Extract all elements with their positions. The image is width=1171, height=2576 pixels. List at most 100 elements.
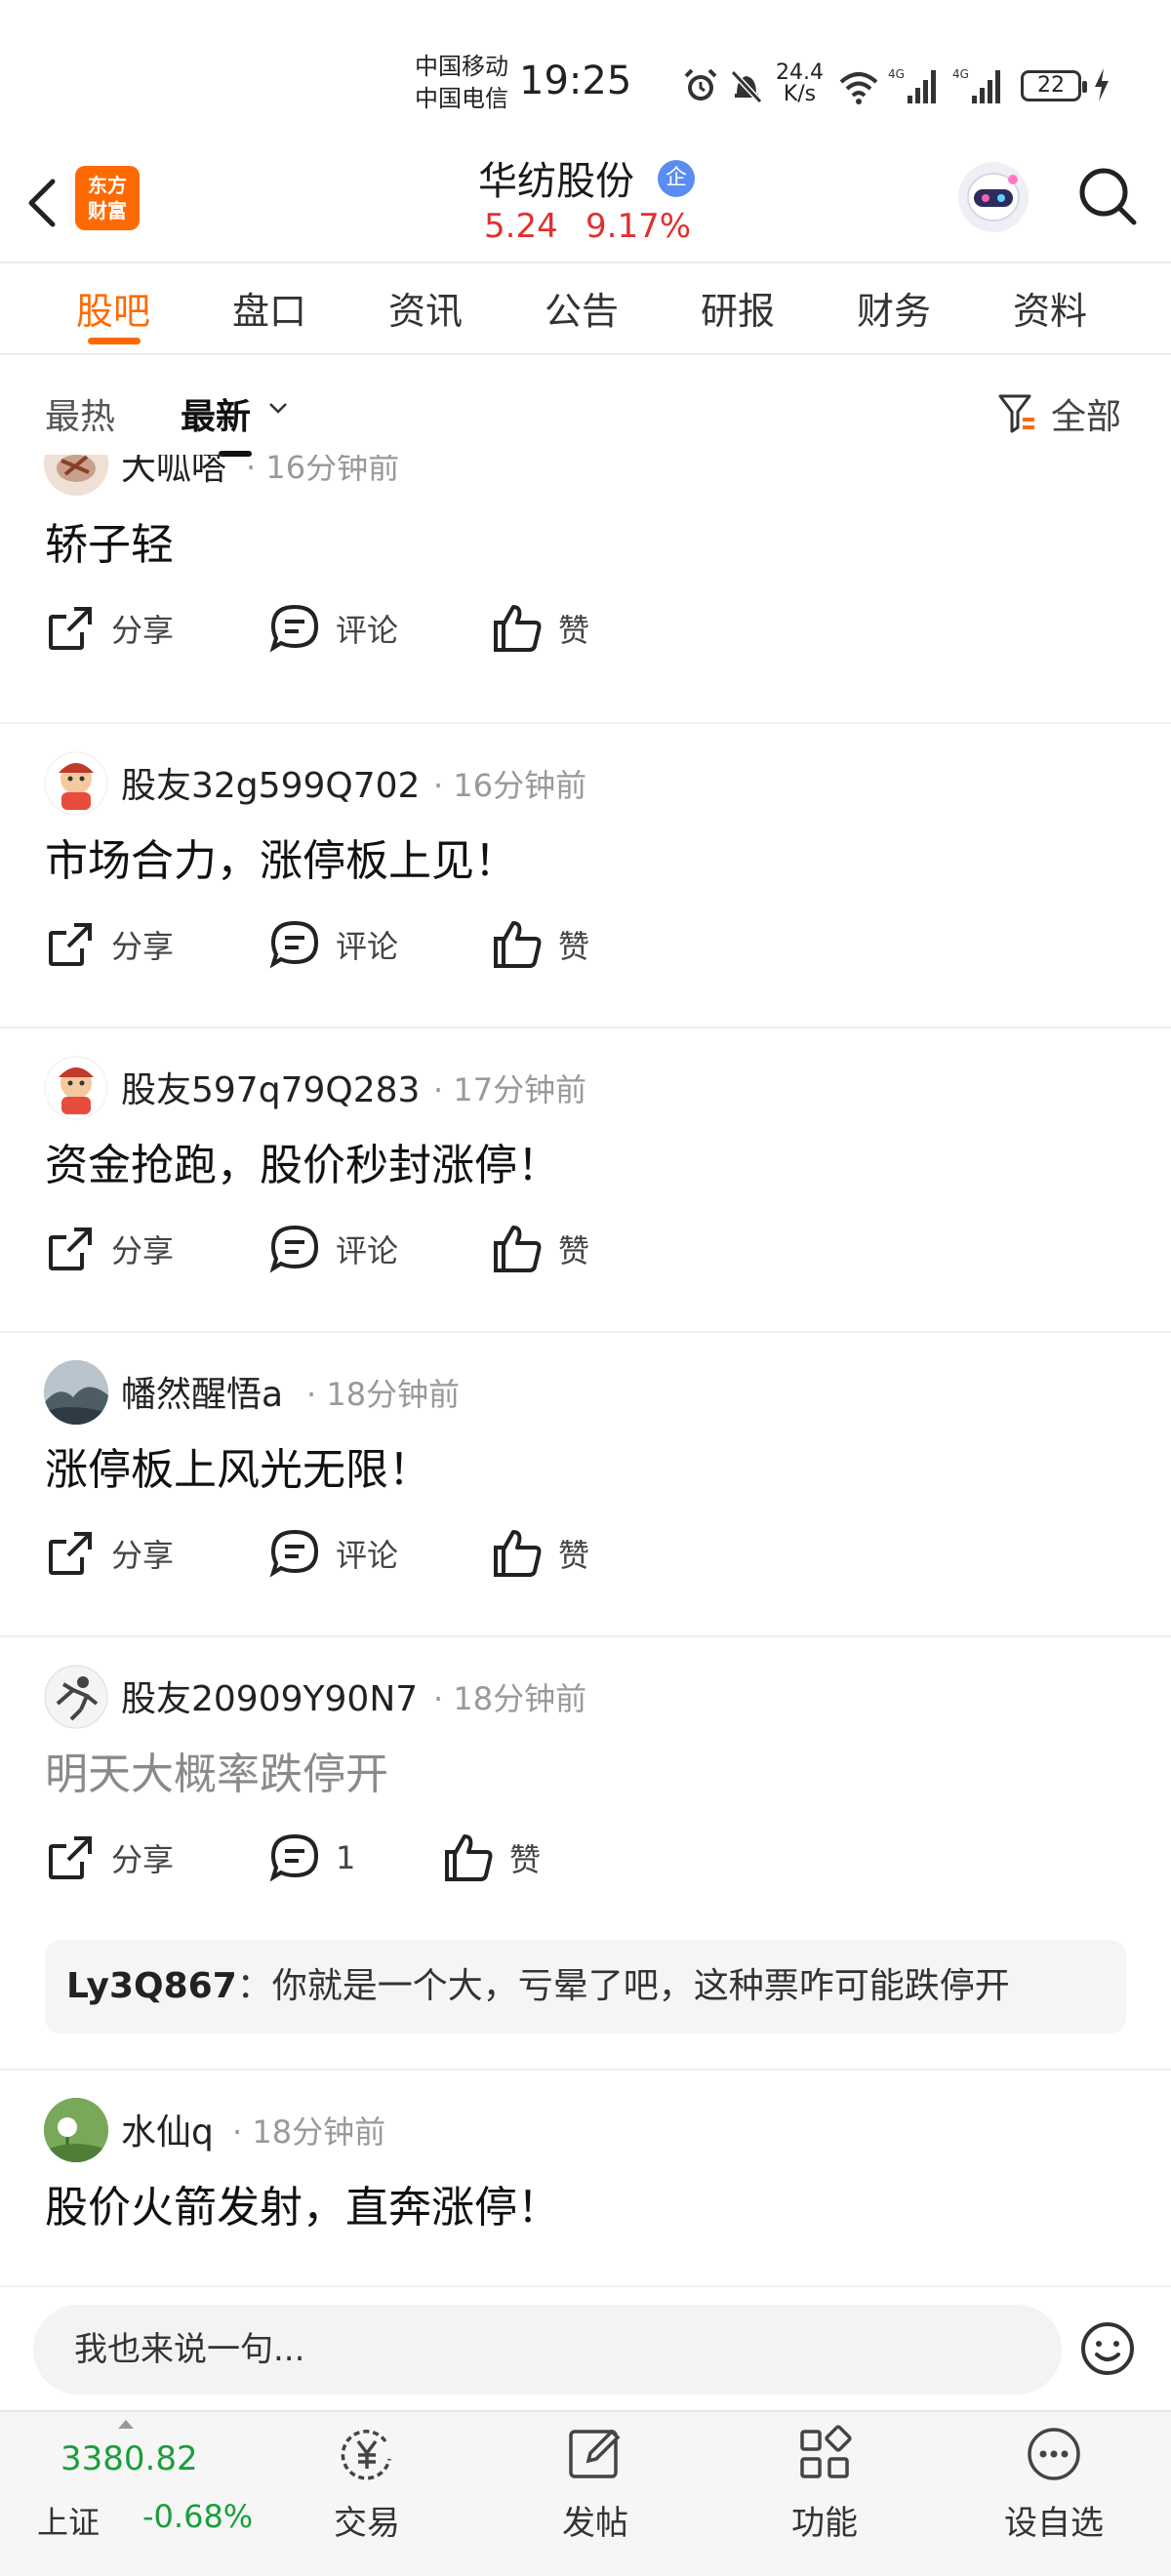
post-content[interactable]: 轿子轻 bbox=[45, 509, 174, 572]
share-label: 分享 bbox=[111, 1841, 175, 1878]
post-author[interactable]: 股友597q79Q283 bbox=[121, 1062, 420, 1112]
like-button[interactable]: 赞 bbox=[492, 919, 589, 970]
bottom-nav: 3380.82 上证 -0.68% 交易 发帖 功能 设自选 bbox=[0, 2410, 1171, 2576]
nav-functions[interactable]: 功能 bbox=[747, 2422, 903, 2544]
tab-research[interactable]: 研报 bbox=[701, 281, 775, 335]
share-label: 分享 bbox=[111, 928, 175, 965]
share-button[interactable]: 分享 bbox=[45, 603, 174, 654]
comment-label: 评论 bbox=[336, 1232, 399, 1269]
back-arrow-icon[interactable] bbox=[18, 168, 64, 238]
tab-finance[interactable]: 财务 bbox=[857, 281, 931, 335]
post-author[interactable]: 幡然醒悟a bbox=[121, 1366, 283, 1417]
share-button[interactable]: 分享 bbox=[45, 1528, 174, 1579]
reply-preview[interactable]: Ly3Q867：你就是一个大，亏晕了吧，这种票咋可能跌停开 bbox=[45, 1940, 1126, 2033]
comment-input-bar: 我也来说一句... bbox=[0, 2285, 1171, 2410]
robot-assistant-icon[interactable] bbox=[956, 160, 1030, 234]
logo-text-1: 东方 bbox=[88, 174, 127, 197]
sort-latest[interactable]: 最新 bbox=[181, 388, 251, 439]
post-time: · 16分钟前 bbox=[246, 455, 399, 488]
reply-text: ：你就是一个大，亏晕了吧，这种票咋可能跌停开 bbox=[236, 1966, 1010, 2006]
enterprise-badge: 企 bbox=[658, 160, 695, 197]
stock-price: 5.24 bbox=[484, 207, 558, 246]
tab-news[interactable]: 资讯 bbox=[388, 281, 463, 335]
comment-count: 1 bbox=[336, 1839, 356, 1876]
signal-4g-icon-2: 4G bbox=[952, 67, 1000, 103]
avatar[interactable] bbox=[44, 1056, 108, 1120]
chevron-down-icon[interactable] bbox=[267, 400, 289, 416]
comment-icon bbox=[269, 1529, 319, 1578]
post-time: · 18分钟前 bbox=[433, 1680, 587, 1717]
tab-announcements[interactable]: 公告 bbox=[545, 281, 619, 335]
filter-icon[interactable] bbox=[997, 392, 1036, 435]
like-label: 赞 bbox=[558, 1537, 590, 1574]
thumbs-up-icon bbox=[494, 1530, 542, 1577]
post-time-value: 16分钟前 bbox=[265, 455, 400, 486]
post-time-value: 18分钟前 bbox=[326, 1376, 461, 1413]
share-icon bbox=[49, 1228, 92, 1270]
share-button[interactable]: 分享 bbox=[45, 919, 174, 970]
stock-header: 东方 财富 华纺股份 企 5.24 9.17% bbox=[0, 146, 1171, 262]
comment-button[interactable]: 评论 bbox=[269, 603, 398, 654]
stock-name: 华纺股份 bbox=[478, 159, 634, 204]
nav-add-watchlist[interactable]: 设自选 bbox=[976, 2422, 1132, 2544]
status-time: 19:25 bbox=[519, 59, 632, 103]
thumbs-up-icon bbox=[445, 1834, 493, 1881]
post-author[interactable]: 大呱嗒 bbox=[121, 455, 226, 490]
post-content[interactable]: 涨停板上风光无限！ bbox=[45, 1434, 431, 1497]
tab-guba[interactable]: 股吧 bbox=[76, 281, 150, 335]
post-author[interactable]: 股友20909Y90N7 bbox=[121, 1670, 418, 1721]
post-time: · 18分钟前 bbox=[232, 2113, 386, 2151]
avatar[interactable] bbox=[44, 1665, 108, 1729]
wifi-icon bbox=[839, 72, 878, 104]
comment-input[interactable]: 我也来说一句... bbox=[33, 2305, 1062, 2395]
charging-icon bbox=[1095, 68, 1109, 101]
sort-hot[interactable]: 最热 bbox=[45, 388, 115, 439]
nav-trade[interactable]: 交易 bbox=[289, 2422, 445, 2544]
carrier-1: 中国移动 bbox=[415, 53, 508, 80]
thumbs-up-icon bbox=[494, 1226, 542, 1272]
more-dots-icon bbox=[1028, 2428, 1080, 2480]
emoji-icon[interactable] bbox=[1079, 2320, 1136, 2377]
like-button[interactable]: 赞 bbox=[492, 1528, 589, 1579]
comment-button[interactable]: 评论 bbox=[269, 1224, 398, 1274]
post-item[interactable]: 水仙q · 18分钟前 股价火箭发射，直奔涨停！ bbox=[0, 2071, 1171, 2285]
share-button[interactable]: 分享 bbox=[45, 1224, 174, 1274]
avatar[interactable] bbox=[44, 751, 108, 816]
post-item[interactable]: 大呱嗒 · 16分钟前 轿子轻 分享 评论 赞 bbox=[0, 455, 1171, 724]
filter-all-label[interactable]: 全部 bbox=[1051, 388, 1121, 439]
tab-pankou[interactable]: 盘口 bbox=[232, 281, 306, 335]
like-button[interactable]: 赞 bbox=[492, 603, 589, 654]
post-item[interactable]: 股友597q79Q283 · 17分钟前 资金抢跑，股价秒封涨停！ 分享 评论 … bbox=[0, 1028, 1171, 1333]
reply-user[interactable]: Ly3Q867 bbox=[66, 1966, 237, 2006]
share-icon bbox=[49, 607, 92, 650]
post-item[interactable]: 股友32g599Q702 · 16分钟前 市场合力，涨停板上见！ 分享 评论 赞 bbox=[0, 724, 1171, 1028]
post-content[interactable]: 资金抢跑，股价秒封涨停！ bbox=[45, 1130, 560, 1192]
avatar[interactable] bbox=[44, 455, 108, 496]
like-button[interactable]: 赞 bbox=[492, 1224, 589, 1274]
post-content[interactable]: 市场合力，涨停板上见！ bbox=[45, 825, 517, 888]
edit-post-icon bbox=[569, 2429, 621, 2478]
search-icon[interactable] bbox=[1075, 164, 1140, 228]
comment-icon bbox=[269, 1833, 319, 1882]
stock-change-pct: 9.17% bbox=[586, 207, 692, 246]
post-item[interactable]: 幡然醒悟a · 18分钟前 涨停板上风光无限！ 分享 评论 赞 bbox=[0, 1333, 1171, 1637]
post-time-value: 18分钟前 bbox=[453, 1680, 587, 1717]
comment-button[interactable]: 1 bbox=[269, 1832, 355, 1883]
post-author[interactable]: 股友32g599Q702 bbox=[121, 757, 420, 808]
active-tab-indicator bbox=[88, 338, 141, 344]
like-button[interactable]: 赞 bbox=[443, 1832, 541, 1883]
app-logo[interactable]: 东方 财富 bbox=[75, 166, 140, 230]
tab-profile[interactable]: 资料 bbox=[1013, 281, 1087, 335]
post-content[interactable]: 股价火箭发射，直奔涨停！ bbox=[45, 2172, 560, 2234]
nav-post[interactable]: 发帖 bbox=[517, 2422, 673, 2544]
post-author[interactable]: 水仙q bbox=[121, 2104, 214, 2154]
share-button[interactable]: 分享 bbox=[45, 1832, 174, 1883]
post-item[interactable]: 股友20909Y90N7 · 18分钟前 明天大概率跌停开 分享 1 赞 Ly3… bbox=[0, 1637, 1171, 2071]
post-content[interactable]: 明天大概率跌停开 bbox=[45, 1739, 388, 1801]
post-time-value: 17分钟前 bbox=[453, 1071, 587, 1108]
comment-label: 评论 bbox=[336, 1537, 399, 1574]
avatar[interactable] bbox=[44, 2098, 108, 2162]
comment-button[interactable]: 评论 bbox=[269, 1528, 398, 1579]
comment-button[interactable]: 评论 bbox=[269, 919, 398, 970]
avatar[interactable] bbox=[44, 1360, 108, 1425]
